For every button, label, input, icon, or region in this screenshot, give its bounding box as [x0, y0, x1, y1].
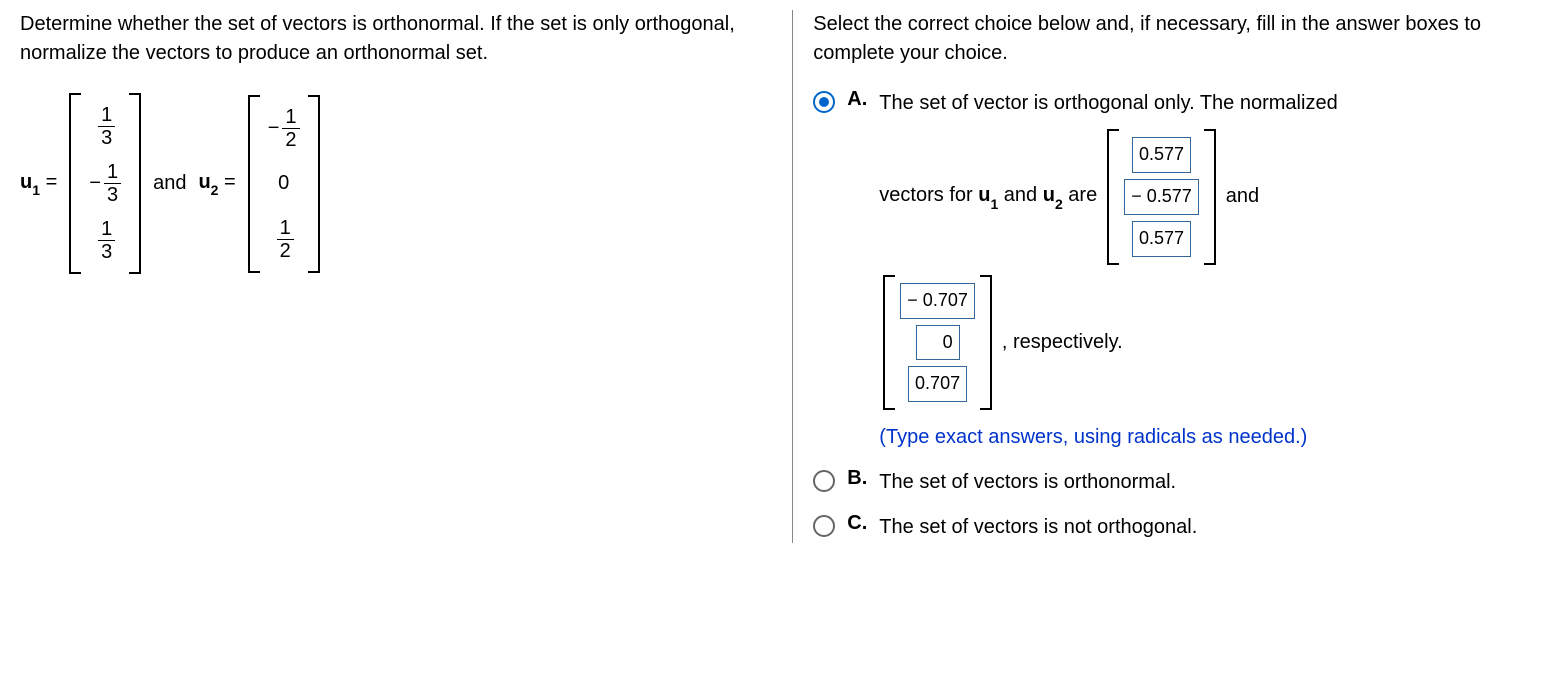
choice-c-text: The set of vectors is not orthogonal.	[879, 512, 1197, 543]
right-panel: Select the correct choice below and, if …	[792, 10, 1526, 543]
radio-b[interactable]	[813, 470, 835, 492]
hint-text: (Type exact answers, using radicals as n…	[879, 422, 1337, 453]
vectors-equation: u1 = 13 −13 13 and u2 = −12 0 12	[20, 93, 772, 274]
answer-input-1-2[interactable]: − 0.577	[1124, 179, 1199, 215]
choice-a-letter: A.	[847, 88, 867, 111]
u1-label: u1 =	[20, 171, 57, 196]
and-text: and	[153, 172, 186, 195]
answer-input-2-2[interactable]: 0	[916, 325, 960, 361]
choice-a-body: The set of vector is orthogonal only. Th…	[879, 88, 1337, 453]
choice-c[interactable]: C. The set of vectors is not orthogonal.	[813, 512, 1526, 543]
answer-input-2-3[interactable]: 0.707	[908, 366, 967, 402]
left-panel: Determine whether the set of vectors is …	[20, 10, 792, 543]
answer-input-2-1[interactable]: − 0.707	[900, 283, 975, 319]
answer-vec2: − 0.707 0 0.707	[883, 275, 992, 411]
u2-label: u2 =	[198, 171, 235, 196]
choice-b-text: The set of vectors is orthonormal.	[879, 467, 1176, 498]
u2-matrix: −12 0 12	[248, 95, 320, 273]
instruction-text: Select the correct choice below and, if …	[813, 10, 1526, 68]
radio-c[interactable]	[813, 515, 835, 537]
answer-vec1: 0.577 − 0.577 0.577	[1107, 129, 1216, 265]
question-text: Determine whether the set of vectors is …	[20, 10, 772, 68]
u1-matrix: 13 −13 13	[69, 93, 141, 274]
choice-a[interactable]: A. The set of vector is orthogonal only.…	[813, 88, 1526, 453]
choice-b[interactable]: B. The set of vectors is orthonormal.	[813, 467, 1526, 498]
choice-b-letter: B.	[847, 467, 867, 490]
answer-input-1-3[interactable]: 0.577	[1132, 221, 1191, 257]
answer-input-1-1[interactable]: 0.577	[1132, 137, 1191, 173]
choice-c-letter: C.	[847, 512, 867, 535]
radio-a[interactable]	[813, 91, 835, 113]
